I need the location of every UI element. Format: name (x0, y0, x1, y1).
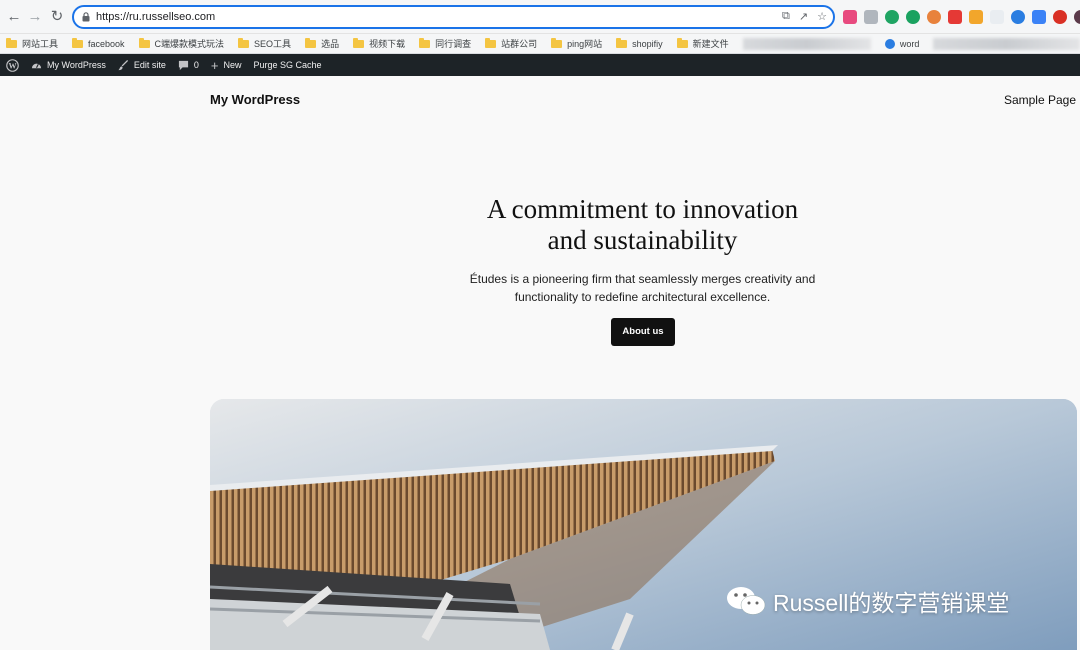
star-icon[interactable]: ☆ (817, 10, 827, 23)
extension-icon[interactable] (885, 10, 899, 24)
wp-logo-button[interactable]: W (0, 54, 25, 76)
plus-icon: + (210, 57, 219, 73)
blurred-bookmarks (933, 37, 1080, 50)
browser-toolbar: ← → ↻ https://ru.russellseo.com ⧉ ↗ ☆ (0, 0, 1080, 34)
lock-icon (82, 12, 90, 22)
bookmark-item[interactable]: ping网站 (551, 37, 602, 50)
folder-icon (72, 37, 84, 48)
wechat-icon (727, 587, 766, 615)
bookmark-item[interactable]: 站群公司 (485, 37, 537, 50)
extension-icon[interactable] (927, 10, 941, 24)
bookmark-item[interactable]: facebook (72, 37, 125, 49)
bookmark-item[interactable]: 同行调查 (419, 37, 471, 50)
back-arrow-icon[interactable]: ← (4, 7, 24, 27)
extension-icon[interactable] (948, 10, 962, 24)
site-name-menu[interactable]: My WordPress (25, 54, 112, 76)
wordpress-logo-icon: W (6, 58, 19, 72)
bookmark-item[interactable]: 新建文件 (676, 37, 729, 50)
folder-icon (238, 37, 250, 48)
bookmark-item[interactable]: SEO工具 (238, 37, 291, 50)
extension-icon[interactable] (1011, 10, 1025, 24)
extension-icon[interactable] (1032, 10, 1046, 24)
translate-icon[interactable]: ⧉ (782, 10, 790, 23)
bookmark-item[interactable]: 视频下载 (353, 37, 405, 50)
site-title[interactable]: My WordPress (210, 92, 300, 107)
bookmark-item[interactable]: 选品 (305, 37, 339, 50)
purge-cache-button[interactable]: Purge SG Cache (247, 54, 327, 76)
comments-button[interactable]: 0 (172, 54, 205, 76)
folder-icon (138, 37, 150, 48)
svg-text:W: W (8, 61, 16, 70)
hero-description: Études is a pioneering firm that seamles… (469, 272, 816, 304)
bookmarks-bar: 网站工具 facebook C端爆款模式玩法 SEO工具 选品 视频下载 同行调… (0, 34, 1080, 54)
url-text: https://ru.russellseo.com (96, 11, 216, 23)
extension-icon[interactable] (1053, 10, 1067, 24)
comment-icon (178, 60, 188, 70)
folder-icon (616, 37, 628, 48)
extension-icon[interactable] (906, 10, 920, 24)
folder-icon (419, 37, 431, 48)
extension-icon[interactable] (990, 10, 1004, 24)
bookmark-favicon-icon (884, 38, 895, 49)
dashboard-icon (31, 63, 42, 68)
bookmark-item[interactable]: C端爆款模式玩法 (138, 37, 224, 50)
watermark: Russell的数字营销课堂 (725, 584, 1009, 618)
profile-avatar-icon[interactable] (1074, 10, 1080, 24)
hero-heading: A commitment to innovation and sustainab… (486, 194, 799, 255)
about-us-button[interactable]: About us (611, 318, 675, 346)
blurred-bookmarks (742, 37, 871, 50)
extension-icon[interactable] (864, 10, 878, 24)
new-content-button[interactable]: + New (205, 54, 248, 76)
folder-icon (353, 37, 365, 48)
brush-icon (118, 59, 128, 70)
reload-icon[interactable]: ↻ (47, 7, 67, 27)
share-icon[interactable]: ↗ (799, 10, 808, 23)
bookmark-item[interactable]: 网站工具 (6, 37, 58, 50)
nav-sample-page[interactable]: Sample Page (1004, 93, 1076, 107)
wp-admin-bar: W My WordPress Edit site 0 + New Purge S… (0, 54, 1080, 76)
folder-icon (485, 37, 497, 48)
edit-site-button[interactable]: Edit site (112, 54, 172, 76)
extension-icon[interactable] (969, 10, 983, 24)
folder-icon (6, 37, 17, 48)
forward-arrow-icon[interactable]: → (25, 7, 45, 27)
address-bar[interactable]: https://ru.russellseo.com ⧉ ↗ ☆ (72, 5, 835, 29)
folder-icon (551, 37, 563, 48)
folder-icon (305, 37, 317, 48)
bookmark-item[interactable]: shopifiy (616, 37, 663, 49)
folder-icon (676, 37, 688, 48)
extension-icon[interactable] (843, 10, 857, 24)
bookmark-item[interactable]: word (884, 38, 919, 49)
